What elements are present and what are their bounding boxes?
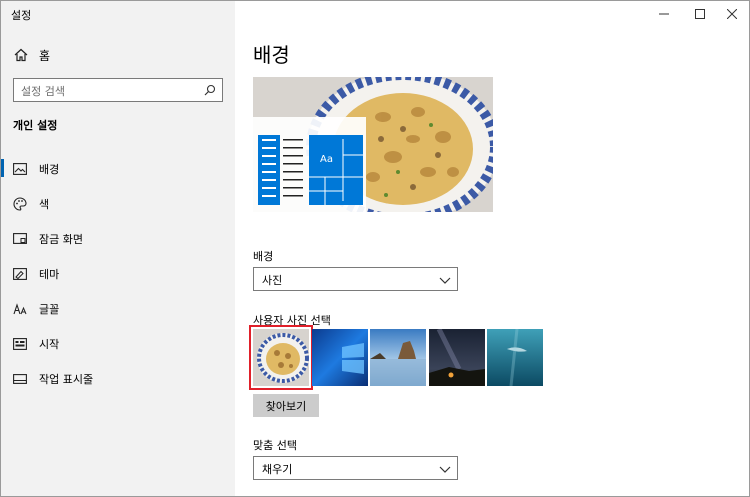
sidebar-item-lock-screen[interactable]: 잠금 화면 [1,221,235,256]
browse-button[interactable]: 찾아보기 [253,394,319,417]
palette-icon [13,196,27,211]
home-link[interactable]: 홈 [13,45,50,65]
sidebar-nav: 배경 색 잠금 화면 테마 글꼴 시작 작업 표시줄 [1,151,235,396]
sidebar-item-label: 잠금 화면 [39,232,83,246]
settings-search-input[interactable]: 설정 검색 [13,78,223,102]
maximize-icon [695,9,705,19]
close-button[interactable] [715,1,749,27]
preview-tile-text: Aa [320,154,333,165]
thumbnail-coast-rock[interactable] [370,329,426,386]
photo-select-label: 사용자 사진 선택 [253,314,331,327]
background-type-value: 사진 [262,274,283,287]
thumbnail-underwater[interactable] [487,329,543,386]
sidebar-item-font[interactable]: 글꼴 [1,291,235,326]
section-title: 개인 설정 [13,119,58,132]
fit-value: 채우기 [262,463,293,476]
sidebar-item-start[interactable]: 시작 [1,326,235,361]
font-icon [13,302,27,316]
sidebar-item-label: 배경 [39,162,60,176]
thumbnail-windows[interactable] [312,329,368,386]
sidebar-item-taskbar[interactable]: 작업 표시줄 [1,361,235,396]
thumbnail-night-sky[interactable] [429,329,485,386]
home-icon [13,47,29,63]
minimize-button[interactable] [647,1,681,27]
sidebar-item-theme[interactable]: 테마 [1,256,235,291]
minimize-icon [659,13,669,15]
home-label: 홈 [39,48,51,63]
lock-screen-icon [13,232,27,246]
window-title: 설정 [11,9,32,22]
thumbnail-pasta[interactable] [249,325,313,390]
search-icon [204,84,216,96]
pasta-wallpaper-image [253,77,493,212]
close-icon [727,9,737,19]
taskbar-icon [13,372,27,386]
picture-icon [13,162,27,176]
sidebar-item-background[interactable]: 배경 [1,151,235,186]
settings-window: 설정 홈 설정 검색 개인 설정 배경 색 잠금 화면 테마 글꼴 시작 작업 … [0,0,750,497]
sidebar-item-label: 시작 [39,337,60,351]
sidebar-item-label: 작업 표시줄 [39,372,94,386]
sidebar-item-label: 테마 [39,267,60,281]
maximize-button[interactable] [683,1,717,27]
background-preview: Aa [253,77,493,212]
fit-label: 맞춤 선택 [253,439,297,452]
page-title: 배경 [253,43,290,67]
search-placeholder: 설정 검색 [21,85,65,98]
theme-icon [13,267,27,281]
title-bar: 설정 [1,1,749,28]
background-type-select[interactable]: 사진 [253,267,458,291]
fit-select[interactable]: 채우기 [253,456,458,480]
background-label: 배경 [253,250,274,263]
sidebar-item-color[interactable]: 색 [1,186,235,221]
chevron-down-icon [439,277,451,284]
chevron-down-icon [439,466,451,473]
start-icon [13,337,27,351]
sidebar-item-label: 글꼴 [39,302,60,316]
sidebar-item-label: 색 [39,197,50,211]
